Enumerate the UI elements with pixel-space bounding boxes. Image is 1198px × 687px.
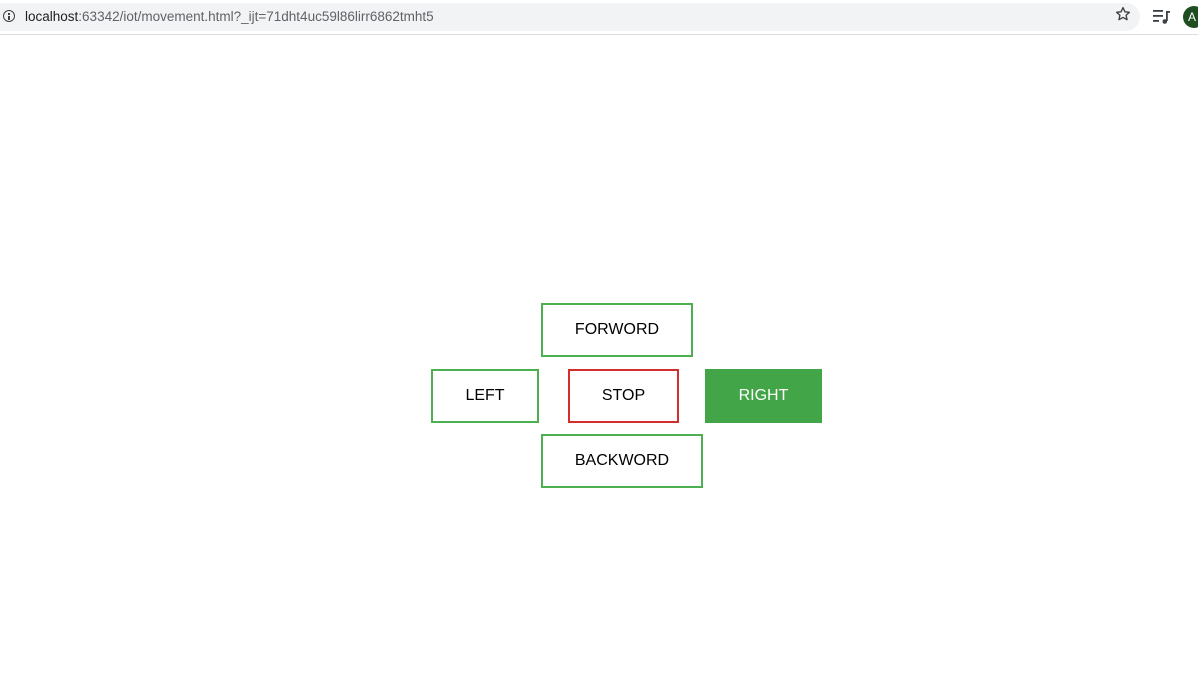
url-path: :63342/iot/movement.html?_ijt=71dht4uc59… xyxy=(78,9,434,24)
right-button[interactable]: RIGHT xyxy=(705,369,822,423)
star-icon[interactable] xyxy=(1114,5,1132,23)
forward-button[interactable]: FORWORD xyxy=(541,303,693,357)
info-icon[interactable] xyxy=(3,10,15,22)
playlist-icon[interactable] xyxy=(1153,9,1171,25)
stop-button[interactable]: STOP xyxy=(568,369,679,423)
address-bar[interactable]: localhost:63342/iot/movement.html?_ijt=7… xyxy=(0,3,1140,31)
browser-toolbar: localhost:63342/iot/movement.html?_ijt=7… xyxy=(0,0,1198,35)
left-button[interactable]: LEFT xyxy=(431,369,539,423)
url-host: localhost xyxy=(25,9,79,24)
url-text[interactable]: localhost:63342/iot/movement.html?_ijt=7… xyxy=(25,9,434,24)
backward-button[interactable]: BACKWORD xyxy=(541,434,703,488)
avatar[interactable]: A xyxy=(1183,6,1198,28)
